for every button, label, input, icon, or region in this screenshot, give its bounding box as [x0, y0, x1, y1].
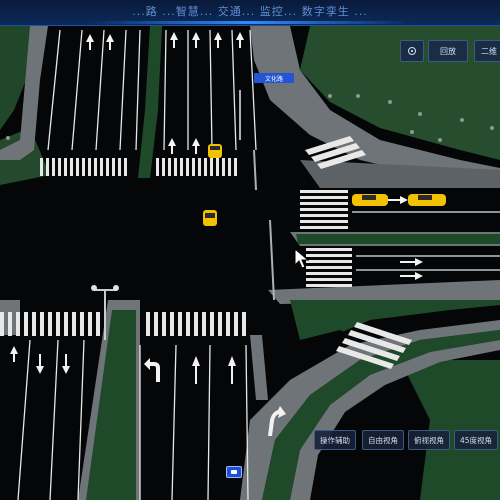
operation-assist-label: 操作辅助: [320, 435, 350, 445]
operation-assist-button[interactable]: 操作辅助: [314, 430, 356, 450]
view-2d-button[interactable]: 二维: [474, 40, 500, 62]
bottom-panel-toggle-icon[interactable]: [226, 466, 242, 478]
street-name-sign: 文化路: [254, 73, 294, 83]
free-view-button[interactable]: 自由视角: [362, 430, 404, 450]
replay-button-label: 回放: [440, 46, 456, 56]
locate-button[interactable]: [400, 40, 424, 62]
locate-icon: [408, 47, 416, 55]
car-3: [352, 194, 388, 206]
intersection-3d-view[interactable]: [0, 0, 500, 500]
app-header: ...路 ...智慧... 交通... 监控... 数字孪生 ...: [0, 0, 500, 26]
car-1: [203, 210, 217, 226]
header-glow-line: [90, 21, 410, 24]
street-name-label: 文化路: [264, 75, 283, 83]
lamp-head-right: [113, 285, 119, 291]
replay-button[interactable]: 回放: [428, 40, 468, 62]
lamp-head-left: [91, 285, 97, 291]
top-view-label: 俯视视角: [414, 435, 444, 445]
angle45-view-button[interactable]: 45度视角: [454, 430, 498, 450]
free-view-label: 自由视角: [368, 435, 398, 445]
mouse-cursor-icon: [294, 248, 310, 269]
angle45-view-label: 45度视角: [459, 435, 493, 445]
app-title: ...路 ...智慧... 交通... 监控... 数字孪生 ...: [132, 5, 368, 18]
top-view-button[interactable]: 俯视视角: [408, 430, 450, 450]
car-4: [408, 194, 446, 206]
view-2d-button-label: 二维: [481, 46, 497, 56]
grass-median-east: [296, 234, 500, 244]
car-2: [208, 144, 222, 158]
